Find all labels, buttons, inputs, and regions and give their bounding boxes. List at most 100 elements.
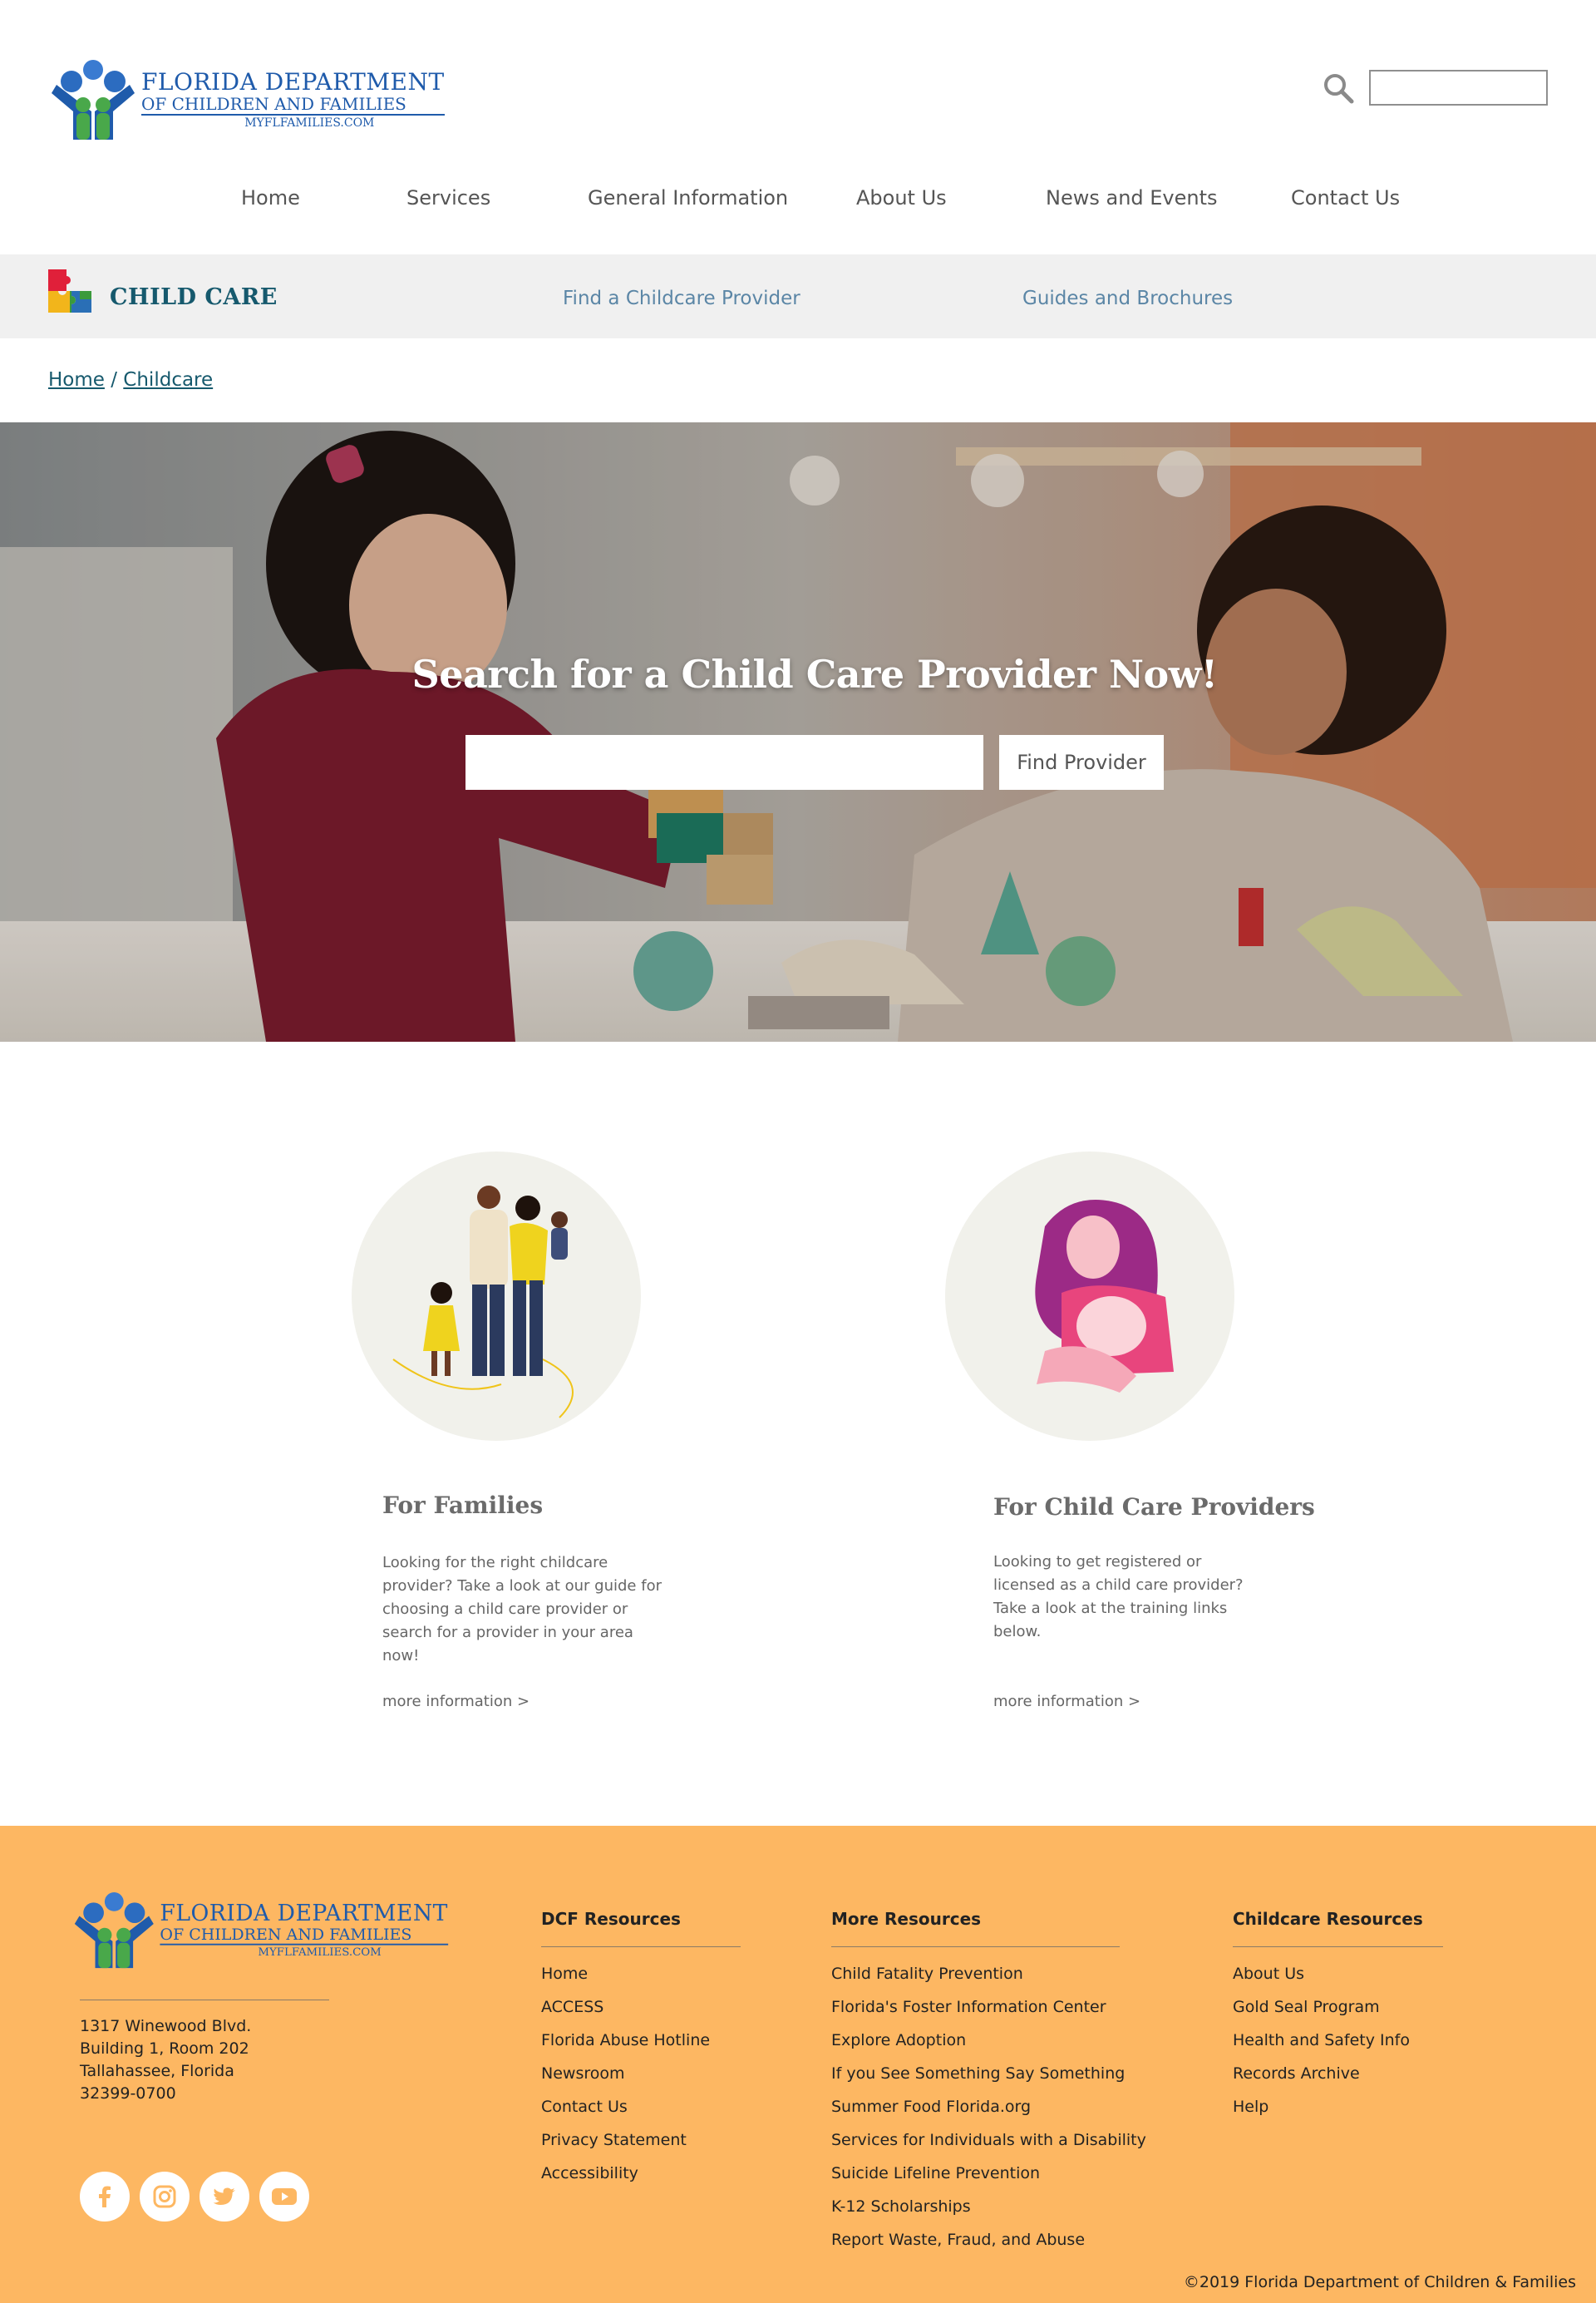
- footer-link-see-something[interactable]: If you See Something Say Something: [831, 2064, 1125, 2083]
- address-line: 1317 Winewood Blvd.: [80, 2017, 252, 2035]
- site-search-input[interactable]: [1369, 70, 1548, 106]
- card-families-text: Looking for the right childcare provider…: [382, 1554, 662, 1664]
- card-families-more-link[interactable]: more information >: [382, 1693, 530, 1710]
- footer-divider-more: [831, 1946, 1120, 1947]
- card-providers-more-link[interactable]: more information >: [993, 1693, 1140, 1710]
- footer-logo-family-icon: [71, 1892, 157, 1969]
- nav-general-information[interactable]: General Information: [588, 186, 788, 210]
- footer-link-summer-food[interactable]: Summer Food Florida.org: [831, 2098, 1031, 2116]
- footer-link-access[interactable]: ACCESS: [541, 1998, 603, 2016]
- breadcrumb-current[interactable]: Childcare: [123, 369, 213, 391]
- hero-banner: Search for a Child Care Provider Now! Fi…: [0, 422, 1596, 1042]
- nav-news-and-events[interactable]: News and Events: [1046, 186, 1218, 210]
- list-item: Child Fatality Prevention: [831, 1957, 1146, 1990]
- logo-line-3: MYFLFAMILIES.COM: [244, 116, 375, 130]
- footer-link-k12-scholarships[interactable]: K-12 Scholarships: [831, 2197, 971, 2216]
- provider-illustration: [945, 1152, 1234, 1441]
- list-item: Contact Us: [541, 2090, 710, 2123]
- subnav-guides-and-brochures[interactable]: Guides and Brochures: [1022, 288, 1233, 309]
- instagram-link[interactable]: [140, 2172, 190, 2222]
- list-item: Privacy Statement: [541, 2123, 710, 2157]
- breadcrumb-home[interactable]: Home: [48, 369, 105, 391]
- footer-link-explore-adoption[interactable]: Explore Adoption: [831, 2031, 966, 2049]
- list-item: Florida Abuse Hotline: [541, 2024, 710, 2057]
- footer-link-accessibility[interactable]: Accessibility: [541, 2164, 638, 2182]
- logo-line-1: FLORIDA DEPARTMENT: [141, 67, 445, 96]
- breadcrumb: Home / Childcare: [48, 369, 213, 391]
- list-item: If you See Something Say Something: [831, 2057, 1146, 2090]
- find-provider-button[interactable]: Find Provider: [999, 735, 1164, 790]
- card-providers-text: Looking to get registered or licensed as…: [993, 1553, 1244, 1640]
- footer-link-child-fatality-prevention[interactable]: Child Fatality Prevention: [831, 1965, 1023, 1983]
- list-item: Home: [541, 1957, 710, 1990]
- footer-link-about-us[interactable]: About Us: [1233, 1965, 1304, 1983]
- list-item: K-12 Scholarships: [831, 2190, 1146, 2223]
- list-item: Health and Safety Info: [1233, 2024, 1410, 2057]
- footer-childcare-resources-list: About Us Gold Seal Program Health and Sa…: [1233, 1957, 1410, 2123]
- footer-link-privacy[interactable]: Privacy Statement: [541, 2131, 687, 2149]
- footer-link-records-archive[interactable]: Records Archive: [1233, 2064, 1360, 2083]
- footer-link-suicide-lifeline[interactable]: Suicide Lifeline Prevention: [831, 2164, 1040, 2182]
- subnav-find-childcare-provider[interactable]: Find a Childcare Provider: [563, 288, 800, 309]
- list-item: Suicide Lifeline Prevention: [831, 2157, 1146, 2190]
- footer-address: 1317 Winewood Blvd. Building 1, Room 202…: [80, 2015, 251, 2105]
- footer-link-report-waste[interactable]: Report Waste, Fraud, and Abuse: [831, 2231, 1085, 2249]
- footer-divider-childcare: [1233, 1946, 1443, 1947]
- footer-dcf-resources-list: Home ACCESS Florida Abuse Hotline Newsro…: [541, 1957, 710, 2190]
- card-providers-title: For Child Care Providers: [993, 1493, 1315, 1521]
- address-line: Building 1, Room 202: [80, 2039, 249, 2058]
- footer-link-contact-us[interactable]: Contact Us: [541, 2098, 628, 2116]
- twitter-link[interactable]: [200, 2172, 249, 2222]
- footer-link-gold-seal[interactable]: Gold Seal Program: [1233, 1998, 1380, 2016]
- list-item: Explore Adoption: [831, 2024, 1146, 2057]
- list-item: About Us: [1233, 1957, 1410, 1990]
- footer-link-help[interactable]: Help: [1233, 2098, 1268, 2116]
- logo-line-2: OF CHILDREN AND FAMILIES: [141, 95, 445, 116]
- breadcrumb-separator: /: [111, 369, 117, 391]
- footer-link-health-safety[interactable]: Health and Safety Info: [1233, 2031, 1410, 2049]
- list-item: Report Waste, Fraud, and Abuse: [831, 2223, 1146, 2256]
- footer-more-resources-heading: More Resources: [831, 1909, 982, 1929]
- search-icon[interactable]: [1322, 72, 1355, 105]
- logo-family-icon: [48, 60, 138, 140]
- footer-link-disability-services[interactable]: Services for Individuals with a Disabili…: [831, 2131, 1146, 2149]
- footer-divider-dcf: [541, 1946, 741, 1947]
- list-item: ACCESS: [541, 1990, 710, 2024]
- list-item: Summer Food Florida.org: [831, 2090, 1146, 2123]
- nav-contact-us[interactable]: Contact Us: [1291, 186, 1400, 210]
- youtube-icon: [272, 2188, 297, 2205]
- footer-logo-line-2: OF CHILDREN AND FAMILIES: [160, 1925, 448, 1945]
- provider-search-input[interactable]: [466, 735, 983, 790]
- section-subnav: CHILD CARE Find a Childcare Provider Gui…: [0, 254, 1596, 338]
- footer-logo[interactable]: FLORIDA DEPARTMENT OF CHILDREN AND FAMIL…: [71, 1892, 448, 1969]
- site-logo[interactable]: FLORIDA DEPARTMENT OF CHILDREN AND FAMIL…: [48, 60, 445, 140]
- list-item: Newsroom: [541, 2057, 710, 2090]
- footer-link-newsroom[interactable]: Newsroom: [541, 2064, 625, 2083]
- list-item: Gold Seal Program: [1233, 1990, 1410, 2024]
- footer-link-foster-info-center[interactable]: Florida's Foster Information Center: [831, 1998, 1106, 2016]
- address-line: 32399-0700: [80, 2084, 176, 2103]
- nav-home[interactable]: Home: [241, 186, 300, 210]
- families-illustration: [352, 1152, 641, 1441]
- twitter-icon: [213, 2187, 235, 2205]
- card-families-title: For Families: [382, 1492, 544, 1519]
- instagram-icon: [153, 2185, 176, 2208]
- facebook-icon: [99, 2186, 111, 2207]
- youtube-link[interactable]: [259, 2172, 309, 2222]
- footer-link-home[interactable]: Home: [541, 1965, 588, 1983]
- list-item: Services for Individuals with a Disabili…: [831, 2123, 1146, 2157]
- footer-logo-line-1: FLORIDA DEPARTMENT: [160, 1900, 448, 1926]
- footer-more-resources-list: Child Fatality Prevention Florida's Fost…: [831, 1957, 1146, 2256]
- footer-link-abuse-hotline[interactable]: Florida Abuse Hotline: [541, 2031, 710, 2049]
- puzzle-icon: [48, 269, 91, 313]
- address-line: Tallahassee, Florida: [80, 2062, 234, 2080]
- list-item: Accessibility: [541, 2157, 710, 2190]
- nav-about-us[interactable]: About Us: [856, 186, 947, 210]
- footer-logo-line-3: MYFLFAMILIES.COM: [258, 1945, 382, 1959]
- hero-photo: [0, 422, 1596, 1042]
- site-footer: FLORIDA DEPARTMENT OF CHILDREN AND FAMIL…: [0, 1826, 1596, 2303]
- facebook-link[interactable]: [80, 2172, 130, 2222]
- hero-heading: Search for a Child Care Provider Now!: [411, 652, 1218, 697]
- nav-services[interactable]: Services: [406, 186, 490, 210]
- list-item: Help: [1233, 2090, 1410, 2123]
